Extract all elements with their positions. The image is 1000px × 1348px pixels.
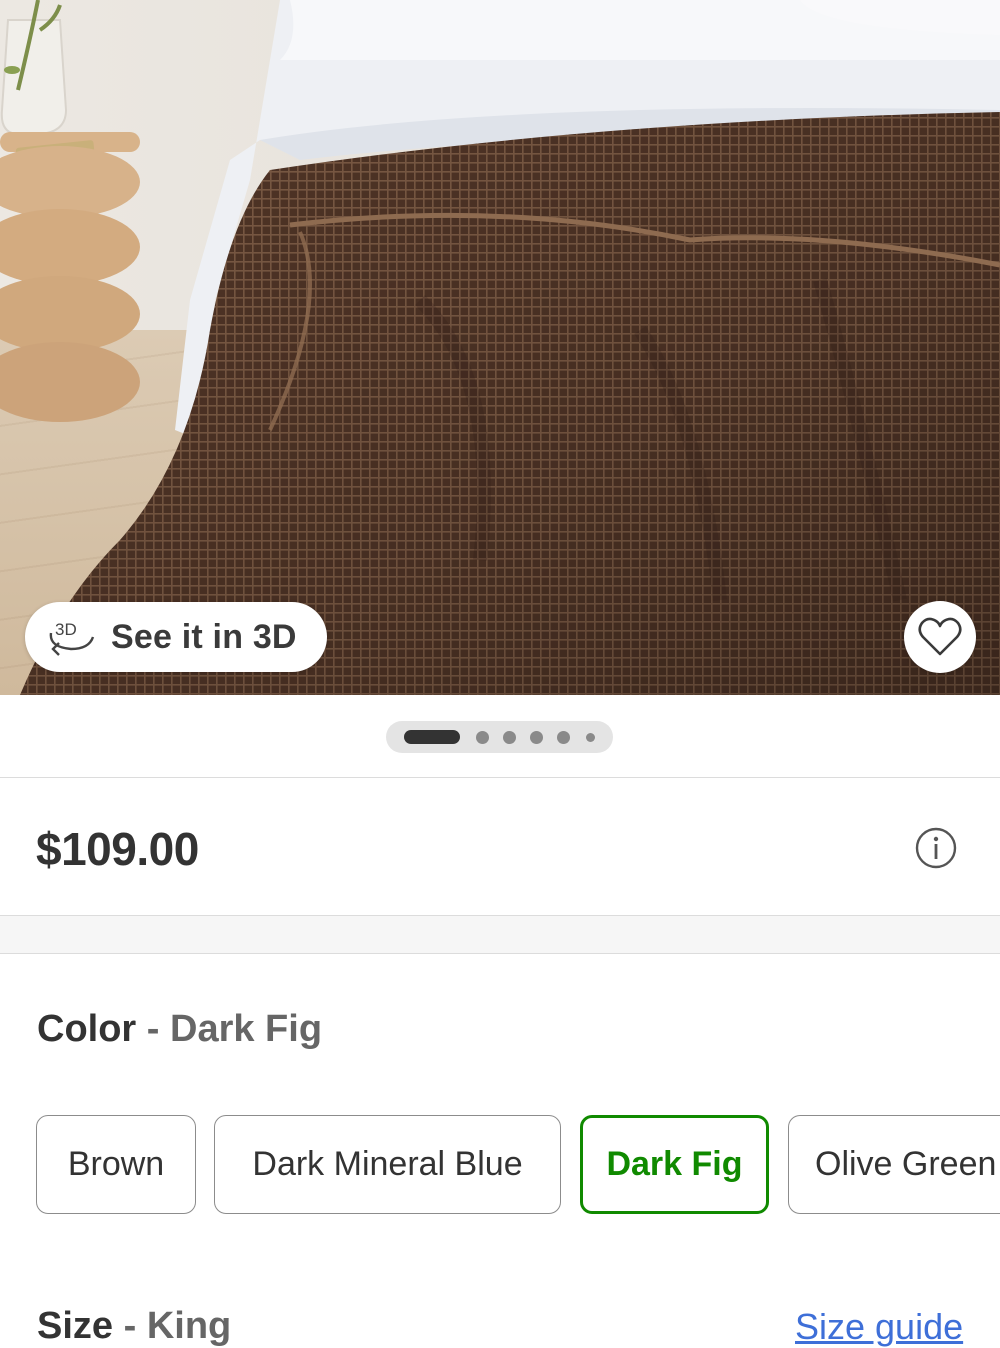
favorite-button[interactable] — [904, 601, 976, 673]
color-separator: - — [146, 1008, 160, 1050]
color-heading: Color - Dark Fig — [37, 1008, 322, 1051]
pagination-dot[interactable] — [530, 730, 543, 744]
size-heading: Size - King — [37, 1305, 231, 1348]
color-option-brown[interactable]: Brown — [36, 1115, 196, 1214]
product-price: $109.00 — [36, 823, 199, 875]
carousel-pagination[interactable] — [386, 721, 613, 753]
size-guide-link[interactable]: Size guide — [795, 1306, 963, 1348]
divider — [0, 777, 1000, 778]
size-separator: - — [123, 1305, 137, 1347]
pagination-dot-active[interactable] — [404, 730, 460, 744]
info-circle-icon — [915, 827, 957, 869]
see-in-3d-label: See it in 3D — [111, 617, 297, 656]
color-option-dark-mineral-blue[interactable]: Dark Mineral Blue — [214, 1115, 561, 1214]
brown-waffle-blanket — [20, 112, 1000, 695]
color-option-olive-green[interactable]: Olive Green — [788, 1115, 1000, 1214]
pagination-dot[interactable] — [503, 730, 516, 744]
color-option-dark-fig[interactable]: Dark Fig — [580, 1115, 769, 1214]
pagination-dot[interactable] — [557, 730, 570, 744]
pagination-dot[interactable] — [586, 732, 595, 742]
3d-rotate-icon: 3D — [45, 615, 99, 659]
color-selected-value: Dark Fig — [170, 1008, 323, 1050]
pagination-dot[interactable] — [476, 730, 489, 744]
price-info-button[interactable] — [914, 826, 958, 870]
heart-outline-icon — [918, 617, 962, 656]
svg-text:3D: 3D — [55, 620, 77, 639]
color-label: Color — [37, 1008, 137, 1050]
product-image[interactable]: 3D See it in 3D — [0, 0, 1000, 695]
size-selected-value: King — [146, 1305, 232, 1347]
see-in-3d-button[interactable]: 3D See it in 3D — [25, 602, 327, 672]
size-label: Size — [37, 1305, 114, 1347]
section-separator — [0, 915, 1000, 954]
